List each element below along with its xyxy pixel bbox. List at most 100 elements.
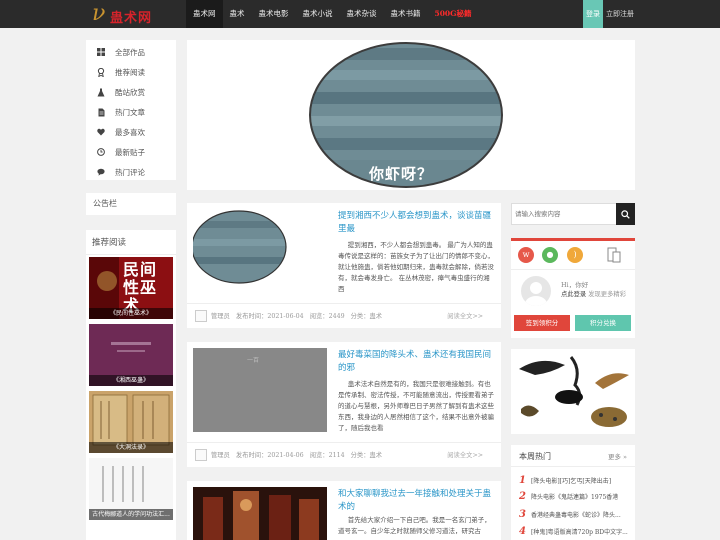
author-avatar[interactable]: [195, 448, 207, 461]
sidebar-menu: 全部作品 推荐阅读 酷站欣赏 热门文章 最多喜欢 最新贴子 热门评论: [86, 40, 176, 180]
login-button[interactable]: 登录: [583, 0, 603, 28]
notice-board: 公告栏: [86, 193, 176, 215]
flask-icon: [96, 87, 106, 97]
article-excerpt: 提到湘西，不少人都会想到蛊毒。 最广为人知的蛊毒传说是这样的：苗族女子为了让出门…: [338, 241, 494, 293]
sidebar-item-label: 最新贴子: [115, 147, 145, 157]
hot-title: 本周热门: [519, 452, 551, 461]
hot-item-title: [降头电影][巧]乞丐[天降出击]: [531, 477, 612, 485]
clock-icon: [96, 147, 106, 157]
rec-item[interactable]: 《大洞法录》: [89, 391, 173, 453]
article-thumbnail[interactable]: 一百: [193, 348, 327, 432]
rec-item[interactable]: 古代梅郦道人的学问功法汇...: [89, 458, 173, 520]
hot-item-title: 降头电影《鬼話連篇》1975香港: [531, 493, 619, 501]
heart-icon: [96, 127, 106, 137]
rec-caption: 《大洞法录》: [89, 442, 173, 453]
points-exchange-button[interactable]: 积分兑换: [575, 315, 631, 331]
rec-title: 推荐阅读: [86, 230, 176, 255]
hot-more-link[interactable]: 更多 »: [608, 451, 627, 461]
weibo-icon[interactable]: w: [518, 247, 534, 263]
thumbnail-image: [191, 209, 327, 293]
sidebar-item-hot-comments[interactable]: 热门评论: [86, 162, 176, 182]
wechat-icon[interactable]: ●: [542, 247, 558, 263]
hero-banner[interactable]: 你虾呀？: [187, 40, 635, 190]
article-card: 提到湘西不少人都会想到蛊术，谈谈苗疆里最 提到湘西，不少人都会想到蛊毒。 最广为…: [187, 203, 501, 328]
divider: [511, 466, 635, 467]
award-icon: [96, 67, 106, 77]
rec-cover-title: 民间性巫术: [123, 260, 158, 315]
search-input[interactable]: [515, 206, 613, 222]
hot-item-title: 香港经典蛊毒电影《蛇诊》降头...: [531, 511, 621, 519]
sidebar-item-label: 酷站欣赏: [115, 87, 145, 97]
sidebar-item-label: 推荐阅读: [115, 67, 145, 77]
publish-date: 发布时间：2021-06-04: [235, 313, 304, 320]
author-avatar[interactable]: [195, 309, 207, 322]
nav-item-novel[interactable]: 蛊术小说: [296, 0, 340, 28]
sidebar-item-label: 最多喜欢: [115, 127, 145, 137]
sign-in-points-button[interactable]: 签到领积分: [514, 315, 570, 331]
ad-image[interactable]: [511, 349, 635, 434]
rec-item[interactable]: 《湘西巫蛊》: [89, 324, 173, 386]
hot-item[interactable]: 1 [降头电影][巧]乞丐[天降出击]: [519, 473, 631, 487]
mobile-icon[interactable]: [607, 247, 621, 263]
nav-item-books[interactable]: 蛊术书籍: [384, 0, 428, 28]
top-bar: ν 蛊术网 蛊术网 蛊术 蛊术电影 蛊术小说 蛊术杂谈 蛊术书籍 500G秘籍 …: [0, 0, 720, 28]
search-button[interactable]: [616, 203, 635, 225]
nav-item-home[interactable]: 蛊术网: [186, 0, 223, 28]
login-link[interactable]: 点此登录: [561, 291, 586, 298]
thumbnail-image: [193, 487, 327, 540]
logo-text: 蛊术网: [110, 11, 153, 26]
nav-item-talk[interactable]: 蛊术杂谈: [340, 0, 384, 28]
hot-item[interactable]: 2 降头电影《鬼話連篇》1975香港: [519, 489, 631, 503]
article-thumbnail[interactable]: [191, 209, 327, 293]
rec-caption: 古代梅郦道人的学问功法汇...: [89, 509, 173, 520]
banner-caption: 你虾呀？: [369, 165, 434, 183]
weekly-hot: 本周热门 更多 » 1 [降头电影][巧]乞丐[天降出击] 2 降头电影《鬼話連…: [511, 445, 635, 540]
hot-item[interactable]: 3 香港经典蛊毒电影《蛇诊》降头...: [519, 507, 631, 521]
sidebar-item-sites[interactable]: 酷站欣赏: [86, 82, 176, 102]
read-more-link[interactable]: 阅读全文>>: [447, 450, 483, 459]
comment-icon: [96, 167, 106, 177]
article-title[interactable]: 提到湘西不少人都会想到蛊术，谈谈苗疆里最: [338, 210, 494, 236]
article-title[interactable]: 和大家聊聊我过去一年接触和处理关于蛊术的: [338, 488, 494, 514]
rec-caption: 《湘西巫蛊》: [89, 375, 173, 386]
rec-caption: 《民间性巫术》: [89, 308, 173, 319]
sidebar-item-all[interactable]: 全部作品: [86, 42, 176, 62]
category[interactable]: 分类：蛊术: [351, 450, 382, 459]
author-name[interactable]: 管理员: [211, 450, 230, 459]
rss-icon[interactable]: ): [567, 247, 583, 263]
rec-item[interactable]: 民间性巫术 《民间性巫术》: [89, 257, 173, 319]
hot-rank: 2: [519, 490, 526, 502]
article-excerpt: 首先给大家介绍一下自己吧。我是一名玄门弟子，道号玄一。自少年之时就随师父修习道法…: [338, 516, 491, 535]
article-thumbnail[interactable]: [193, 487, 327, 540]
user-panel: w ● ) Hi，你好 点此登录 发现更多精彩 签到领积分 积分兑换: [511, 238, 635, 338]
nav-item-500g[interactable]: 500G秘籍: [428, 0, 479, 28]
recommended-reading: 推荐阅读 民间性巫术 《民间性巫术》 《湘西巫蛊》 《大洞法录》 古代梅郦道人的…: [86, 230, 176, 540]
login-prompt: 点此登录 发现更多精彩: [561, 289, 626, 298]
nav-item-movie[interactable]: 蛊术电影: [252, 0, 296, 28]
main-nav: 蛊术网 蛊术 蛊术电影 蛊术小说 蛊术杂谈 蛊术书籍 500G秘籍: [186, 0, 479, 28]
author-name[interactable]: 管理员: [211, 311, 230, 320]
article-title[interactable]: 最好毒菜国的降头术、蛊术还有我国民间的邪: [338, 349, 494, 375]
sidebar-item-latest[interactable]: 最新贴子: [86, 142, 176, 162]
hot-item[interactable]: 4 [种鬼]粤语版高清720p BD中文字...: [519, 524, 631, 538]
article-excerpt: 蛊术法术自然是有的，我国只是很难接触到。有也是传承制、密法传授，不可能随意流出，…: [338, 380, 494, 432]
logo-mark: ν: [92, 1, 106, 26]
user-avatar[interactable]: [521, 276, 551, 306]
nav-item-gushu[interactable]: 蛊术: [223, 0, 252, 28]
sidebar-item-recommend[interactable]: 推荐阅读: [86, 62, 176, 82]
read-more-link[interactable]: 阅读全文>>: [447, 311, 483, 320]
sidebar-item-most-liked[interactable]: 最多喜欢: [86, 122, 176, 142]
article-card: 一百 最好毒菜国的降头术、蛊术还有我国民间的邪 蛊术法术自然是有的，我国只是很难…: [187, 342, 501, 467]
notice-title: 公告栏: [93, 199, 117, 208]
category[interactable]: 分类：蛊术: [351, 311, 382, 320]
register-link[interactable]: 立即注册: [606, 0, 634, 28]
site-logo[interactable]: ν 蛊术网: [92, 1, 162, 26]
search-box: [511, 203, 635, 225]
hot-rank: 3: [519, 508, 526, 520]
view-count: 阅览：2114: [309, 452, 345, 459]
sidebar-item-hot-articles[interactable]: 热门文章: [86, 102, 176, 122]
creatures-image: [511, 349, 635, 434]
grid-icon: [96, 47, 106, 57]
hot-item-title: [种鬼]粤语版高清720p BD中文字...: [531, 528, 628, 536]
article-meta: 管理员 发布时间：2021-04-06 阅览：2114 分类：蛊术 阅读全文>>: [187, 442, 501, 466]
